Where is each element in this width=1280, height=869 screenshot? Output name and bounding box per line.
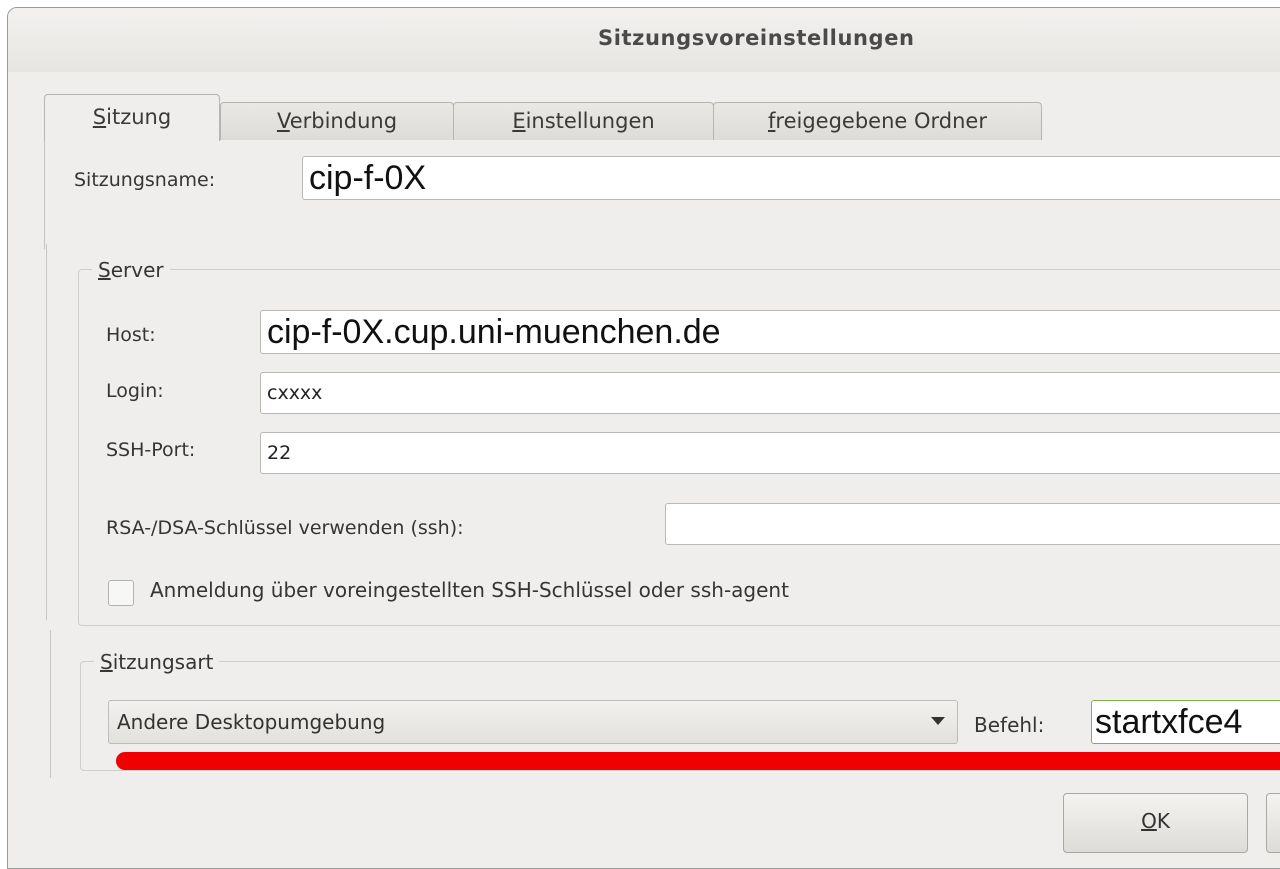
tab-sitzung[interactable]: Sitzung [44,94,220,141]
ssh-port-label: SSH-Port: [106,439,196,461]
title-bar[interactable]: Sitzungsvoreinstellungen [8,8,1280,72]
host-label: Host: [106,324,156,346]
red-highlight-underline [116,752,1280,770]
tab-verbindung[interactable]: Verbindung [220,102,454,140]
tab-freigegebene-ordner[interactable]: freigegebene Ordner [713,102,1042,140]
session-type-select[interactable]: Andere Desktopumgebung [108,700,958,744]
ssh-agent-checkbox[interactable] [108,580,134,606]
button-label: K [1156,809,1170,833]
login-input[interactable]: cxxxx [260,372,1280,414]
host-input[interactable]: cip-f-0X.cup.uni-muenchen.de [260,310,1280,354]
tab-label: itzung [106,105,172,129]
host-value: cip-f-0X.cup.uni-muenchen.de [267,312,721,351]
session-name-value: cip-f-0X [309,158,427,197]
session-type-selected: Andere Desktopumgebung [117,710,386,734]
frame-line [50,630,51,778]
ssh-port-input[interactable]: 22 [260,432,1280,474]
cancel-button[interactable] [1266,793,1280,853]
group-mnemonic: S [100,650,113,674]
tab-label: reigegebene Ordner [775,109,987,133]
tab-mnemonic: S [92,105,107,129]
login-label: Login: [106,380,164,402]
tab-mnemonic: E [512,109,526,133]
tab-label: erbindung [289,109,398,133]
rsa-key-input[interactable] [665,503,1280,545]
rsa-key-label: RSA-/DSA-Schlüssel verwenden (ssh): [106,517,464,539]
window-title: Sitzungsvoreinstellungen [598,26,915,50]
command-value: startxfce4 [1095,702,1243,741]
ssh-port-value: 22 [267,442,292,464]
chevron-down-icon [931,717,945,725]
session-type-group-title: Sitzungsart [94,650,220,674]
frame-line [46,244,47,620]
session-name-label: Sitzungsname: [74,169,216,191]
server-group-title: Server [92,258,170,282]
command-label: Befehl: [974,713,1045,737]
button-mnemonic: O [1141,809,1157,833]
login-value: cxxxx [267,382,323,404]
tab-einstellungen[interactable]: Einstellungen [453,102,714,140]
tab-bar: Sitzung Verbindung Einstellungen freigeg… [44,94,1280,141]
group-mnemonic: S [98,258,111,282]
tab-mnemonic: V [276,109,290,133]
ok-button[interactable]: OK [1063,793,1248,853]
command-input[interactable]: startxfce4 [1091,700,1280,744]
session-name-input[interactable]: cip-f-0X [302,156,1280,200]
tab-label: instellungen [525,109,655,133]
group-label: erver [110,258,164,282]
ssh-agent-checkbox-label[interactable]: Anmeldung über voreingestellten SSH-Schl… [150,578,789,602]
group-label: itzungsart [112,650,214,674]
session-preferences-dialog: Sitzungsvoreinstellungen Sitzung Verbind… [7,7,1280,869]
